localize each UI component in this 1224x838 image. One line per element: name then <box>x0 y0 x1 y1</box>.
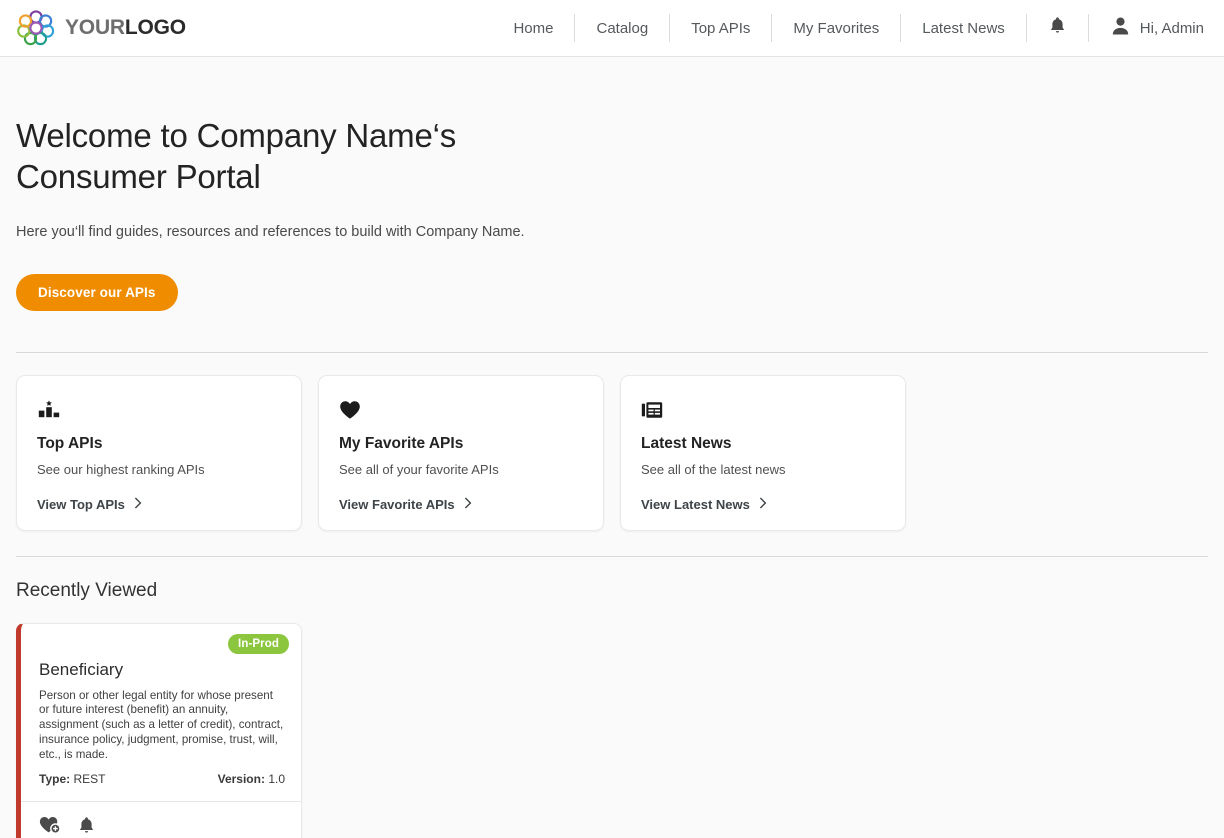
heart-plus-icon <box>39 816 61 838</box>
page-title-line1: Welcome to Company Name‘s <box>16 117 457 154</box>
section-divider-top <box>16 351 1208 353</box>
person-icon <box>1111 16 1130 41</box>
card-title: My Favorite APIs <box>339 434 464 452</box>
nav-item-catalog[interactable]: Catalog <box>575 21 669 36</box>
api-name: Beneficiary <box>39 659 124 679</box>
main-navigation: Home Catalog Top APIs My Favorites Lates… <box>492 0 1206 56</box>
brand-name-part2: LOGO <box>124 16 186 39</box>
brand-name-part1: YOUR <box>65 16 125 39</box>
view-favorite-apis-link[interactable]: View Favorite APIs <box>339 497 583 512</box>
section-divider-bottom <box>16 555 1208 557</box>
card-latest-news[interactable]: Latest News See all of the latest news V… <box>620 374 906 531</box>
card-link-label: View Latest News <box>641 496 750 512</box>
card-description: See all of your favorite APIs <box>339 461 499 477</box>
api-description: Person or other legal entity for whose p… <box>39 688 284 761</box>
status-badge: In-Prod <box>228 633 289 654</box>
page-subtitle: Here you‘ll find guides, resources and r… <box>16 223 525 240</box>
user-greeting: Hi, Admin <box>1139 19 1204 37</box>
chevron-right-icon <box>464 497 472 512</box>
discover-apis-button[interactable]: Discover our APIs <box>16 273 178 311</box>
api-version-value: 1.0 <box>268 771 285 786</box>
page-title: Welcome to Company Name‘s Consumer Porta… <box>16 115 1208 198</box>
api-card-actions <box>21 800 301 838</box>
card-description: See our highest ranking APIs <box>37 461 205 477</box>
recently-viewed-api-card[interactable]: In-Prod Beneficiary Person or other lega… <box>16 622 302 838</box>
brand-name: YOURLOGO <box>65 16 186 40</box>
card-link-label: View Top APIs <box>37 496 125 512</box>
podium-ranking-icon <box>37 398 281 420</box>
api-type-value: REST <box>73 771 106 786</box>
heart-icon <box>339 398 583 420</box>
api-version-label: Version: <box>217 771 265 786</box>
card-my-favorite-apis[interactable]: My Favorite APIs See all of your favorit… <box>318 374 604 531</box>
nav-item-my-favorites[interactable]: My Favorites <box>772 21 900 36</box>
site-header: YOURLOGO Home Catalog Top APIs My Favori… <box>0 0 1224 57</box>
flower-rings-logo-icon <box>16 9 56 47</box>
brand-logo[interactable]: YOURLOGO <box>16 9 186 47</box>
api-version: Version: 1.0 <box>218 772 285 786</box>
view-top-apis-link[interactable]: View Top APIs <box>37 497 281 512</box>
notifications-button[interactable] <box>1027 16 1088 40</box>
newspaper-icon <box>641 398 885 420</box>
page-title-line2: Consumer Portal <box>16 158 261 196</box>
card-title: Top APIs <box>37 434 103 452</box>
bell-icon <box>1049 16 1066 40</box>
card-description: See all of the latest news <box>641 461 786 477</box>
hero-section: Welcome to Company Name‘s Consumer Porta… <box>16 57 1208 311</box>
chevron-right-icon <box>134 497 142 512</box>
user-menu[interactable]: Hi, Admin <box>1089 16 1206 41</box>
api-type: Type: REST <box>39 772 105 786</box>
nav-item-top-apis[interactable]: Top APIs <box>670 21 771 36</box>
nav-item-latest-news[interactable]: Latest News <box>901 21 1026 36</box>
subscribe-notifications-button[interactable] <box>78 816 95 838</box>
card-title: Latest News <box>641 434 732 452</box>
api-type-label: Type: <box>39 771 71 786</box>
chevron-right-icon <box>759 497 767 512</box>
add-to-favorites-button[interactable] <box>39 816 61 838</box>
card-top-apis[interactable]: Top APIs See our highest ranking APIs Vi… <box>16 374 302 531</box>
card-link-label: View Favorite APIs <box>339 496 455 512</box>
view-latest-news-link[interactable]: View Latest News <box>641 497 885 512</box>
recently-viewed-title: Recently Viewed <box>16 579 158 601</box>
nav-item-home[interactable]: Home <box>492 21 574 36</box>
feature-cards: Top APIs See our highest ranking APIs Vi… <box>16 374 1208 531</box>
bell-icon <box>78 816 95 838</box>
page-content: Welcome to Company Name‘s Consumer Porta… <box>0 57 1224 838</box>
api-metadata: Type: REST Version: 1.0 <box>39 772 285 801</box>
